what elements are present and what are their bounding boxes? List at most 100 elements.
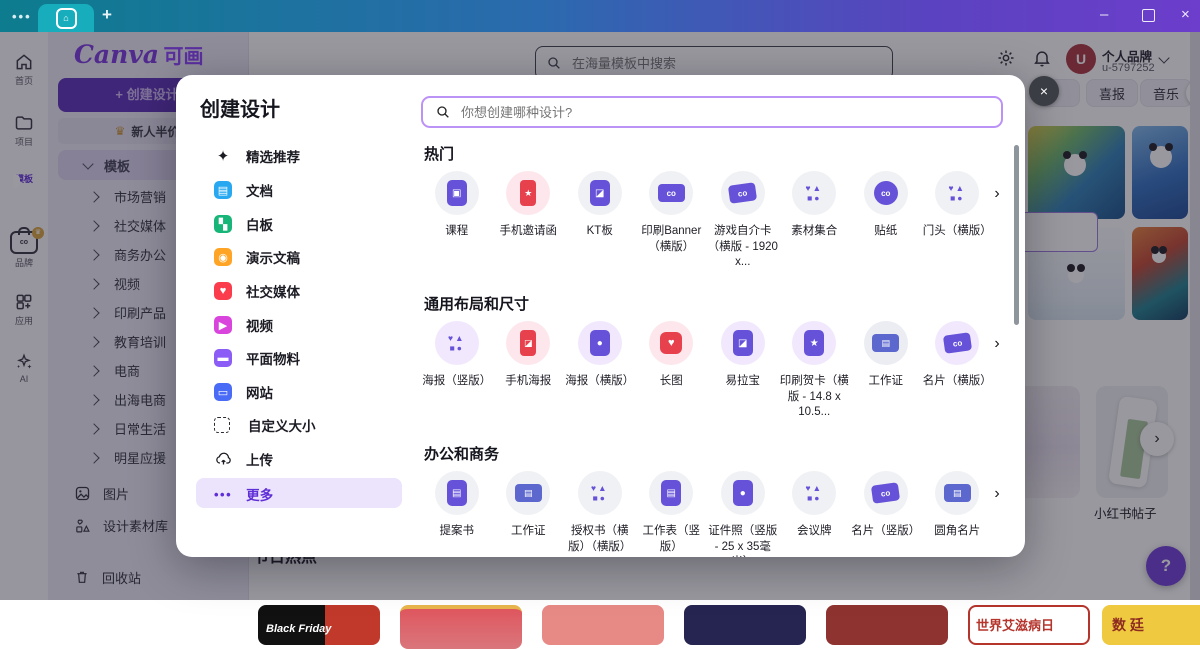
modal-menu-upload[interactable]: 上传 (196, 446, 406, 472)
home-tab-icon: ⌂ (56, 8, 77, 29)
modal-menu-featured[interactable]: ✦ 精选推荐 (196, 143, 406, 169)
menu-label: 更多 (246, 484, 273, 504)
tile-label: 授权书（横版）（横版） (564, 524, 636, 555)
modal-search-input[interactable] (459, 104, 943, 121)
shapes-icon: ♥▲■● (803, 183, 825, 203)
festival-thumb-shuting[interactable]: 数 廷 (1102, 605, 1200, 645)
new-tab-button[interactable]: + (102, 5, 112, 25)
tile-bubble: co (721, 171, 765, 215)
tile-id-photo[interactable]: ● 证件照（竖版 - 25 x 35毫米） (707, 471, 779, 557)
tile-label: 会议牌 (797, 524, 832, 540)
thumb-label: Black Friday (266, 623, 331, 635)
tile-sticker[interactable]: co 贴纸 (850, 171, 922, 271)
tile-conference-sign[interactable]: ♥▲■● 会议牌 (779, 471, 851, 557)
festival-thumb[interactable] (400, 605, 522, 649)
section-title-general: 通用布局和尺寸 (424, 293, 529, 314)
hot-row-next-arrow[interactable]: › (986, 183, 1008, 205)
modal-close-button[interactable]: × (1029, 76, 1059, 106)
tile-label: 印刷贺卡（横版 - 14.8 x 10.5... (779, 374, 851, 421)
tile-work-badge[interactable]: ▤ 工作证 (850, 321, 922, 421)
tile-business-card-portrait[interactable]: co 名片（竖版） (850, 471, 922, 557)
window-close-button[interactable]: × (1181, 6, 1190, 23)
banner-icon: co (658, 184, 685, 202)
tile-label: 印刷Banner（横版） (636, 224, 708, 255)
tile-greeting-card[interactable]: ★ 印刷贺卡（横版 - 14.8 x 10.5... (779, 321, 851, 421)
tile-bubble: ● (578, 321, 622, 365)
festival-thumb-black-friday[interactable]: Black Friday (258, 605, 380, 645)
thumb-label: 数 廷 (1112, 615, 1144, 635)
festival-thumb-starry[interactable] (684, 605, 806, 645)
general-row-next-arrow[interactable]: › (986, 333, 1008, 355)
tile-bubble: ◪ (578, 171, 622, 215)
modal-menu-print-materials[interactable]: ▬ 平面物料 (196, 345, 406, 371)
tile-proposal[interactable]: ▤ 提案书 (421, 471, 493, 557)
tile-storefront[interactable]: ♥▲■● 门头（横版） (922, 171, 994, 271)
modal-menu-custom-size[interactable]: 自定义大小 (196, 412, 406, 438)
sparkle-icon: ✦ (214, 147, 232, 165)
menu-label: 文档 (246, 180, 273, 200)
menu-label: 平面物料 (246, 348, 300, 368)
menu-label: 网站 (246, 382, 273, 402)
tile-label: 手机邀请函 (500, 224, 558, 240)
shapes-icon: ♥▲■● (589, 483, 611, 503)
tile-bubble: ♥▲■● (792, 471, 836, 515)
tile-poster-portrait[interactable]: ♥▲■● 海报（竖版） (421, 321, 493, 421)
tile-rounded-business-card[interactable]: ▤ 圆角名片 (922, 471, 994, 557)
browser-menu-icon[interactable]: ••• (12, 9, 32, 24)
tile-label: 长图 (660, 374, 683, 390)
tile-label: 海报（横版） (565, 374, 634, 390)
tile-poster-landscape[interactable]: ● 海报（横版） (564, 321, 636, 421)
festival-thumb-envelope[interactable] (542, 605, 664, 645)
modal-menu-docs[interactable]: ▤ 文档 (196, 177, 406, 203)
window-maximize-button[interactable] (1142, 9, 1155, 22)
search-icon (435, 104, 451, 120)
resize-icon (214, 417, 230, 433)
festival-thumb-aids-day[interactable]: 世界艾滋病日 (968, 605, 1090, 645)
tile-bubble: ♥▲■● (792, 171, 836, 215)
festival-thumb[interactable] (826, 605, 948, 645)
tile-course[interactable]: ▣ 课程 (421, 171, 493, 271)
modal-menu-video[interactable]: ▶ 视频 (196, 312, 406, 338)
office-row-next-arrow[interactable]: › (986, 483, 1008, 505)
modal-search[interactable] (421, 96, 1003, 128)
tile-bubble: co (864, 171, 908, 215)
tile-bubble: ◪ (506, 321, 550, 365)
document-icon: ▤ (661, 480, 681, 506)
modal-menu-presentation[interactable]: ◉ 演示文稿 (196, 244, 406, 270)
section-title-hot: 热门 (424, 143, 454, 164)
tile-label: 门头（横版） (923, 224, 992, 240)
heart-icon: ♥ (660, 332, 682, 354)
menu-label: 自定义大小 (248, 415, 316, 435)
thumb-label: 世界艾滋病日 (976, 615, 1054, 634)
tile-bubble: ▤ (435, 471, 479, 515)
menu-label: 上传 (246, 449, 273, 469)
phone-icon: ◪ (520, 330, 536, 356)
tile-bubble: co (864, 471, 908, 515)
browser-tab-active[interactable]: ⌂ (38, 4, 94, 32)
tile-game-card[interactable]: co 游戏自介卡（横版 - 1920 x... (707, 171, 779, 271)
phone-icon: ★ (520, 180, 536, 206)
tile-phone-poster[interactable]: ◪ 手机海报 (493, 321, 565, 421)
modal-menu-social[interactable]: ♥ 社交媒体 (196, 278, 406, 304)
modal-scrollbar-thumb[interactable] (1014, 145, 1019, 325)
tile-business-card-landscape[interactable]: co 名片（横版） (922, 321, 994, 421)
tile-label: 工作表（竖版） (636, 524, 708, 555)
tile-label: 圆角名片 (934, 524, 980, 540)
tile-roll-up-banner[interactable]: ◪ 易拉宝 (707, 321, 779, 421)
tile-phone-invitation[interactable]: ★ 手机邀请函 (493, 171, 565, 271)
modal-menu-whiteboard[interactable]: ▚ 白板 (196, 211, 406, 237)
modal-menu-more[interactable]: ••• 更多 (196, 481, 406, 507)
tile-asset-collection[interactable]: ♥▲■● 素材集合 (779, 171, 851, 271)
tile-kt-board[interactable]: ◪ KT板 (564, 171, 636, 271)
tile-print-banner[interactable]: co 印刷Banner（横版） (636, 171, 708, 271)
tiles-row-general: ♥▲■● 海报（竖版） ◪ 手机海报 ● 海报（横版） ♥ 长图 ◪ 易拉宝 ★… (421, 321, 993, 421)
more-dots-icon: ••• (214, 487, 232, 502)
tile-worksheet[interactable]: ▤ 工作表（竖版） (636, 471, 708, 557)
tile-authorization-letter[interactable]: ♥▲■● 授权书（横版）（横版） (564, 471, 636, 557)
tile-work-badge-2[interactable]: ▤ 工作证 (493, 471, 565, 557)
window-minimize-button[interactable]: – (1100, 6, 1108, 23)
tiles-row-hot: ▣ 课程 ★ 手机邀请函 ◪ KT板 co 印刷Banner（横版） co 游戏… (421, 171, 993, 271)
shapes-icon: ♥▲■● (946, 183, 968, 203)
tile-long-image[interactable]: ♥ 长图 (636, 321, 708, 421)
modal-menu-website[interactable]: ▭ 网站 (196, 379, 406, 405)
